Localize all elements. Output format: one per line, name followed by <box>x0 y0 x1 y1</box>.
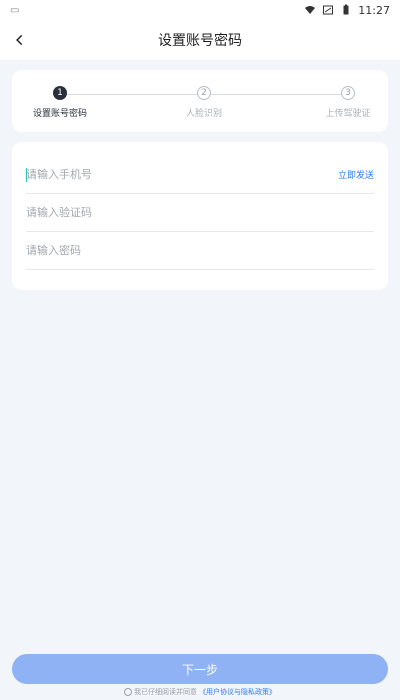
code-field-row <box>26 194 374 232</box>
step-3: 3 上传驾驶证 <box>308 86 388 119</box>
step-number: 3 <box>341 86 355 100</box>
registration-form: 立即发送 <box>12 142 388 290</box>
step-label: 设置账号密码 <box>32 109 87 119</box>
password-field-row <box>26 232 374 270</box>
password-input[interactable] <box>26 244 374 257</box>
wifi-icon <box>305 6 316 14</box>
app-header: 设置账号密码 <box>0 20 400 60</box>
signal-icon <box>323 5 334 15</box>
agreement-link[interactable]: 《用户协议与隐私政策》 <box>199 687 276 697</box>
agreement-text: 我已仔细阅读并同意 <box>134 688 197 696</box>
next-step-button[interactable]: 下一步 <box>12 654 388 684</box>
phone-field-row: 立即发送 <box>26 156 374 194</box>
step-label: 人脸识别 <box>185 109 222 119</box>
step-number: 2 <box>197 86 211 100</box>
steps-card: 1 设置账号密码 2 人脸识别 3 上传驾驶证 <box>12 70 388 132</box>
progress-steps: 1 设置账号密码 2 人脸识别 3 上传驾驶证 <box>33 86 371 126</box>
agree-checkbox[interactable] <box>124 688 132 696</box>
back-button[interactable] <box>8 28 32 52</box>
status-icons: 11:27 <box>304 4 390 17</box>
verification-code-input[interactable] <box>26 206 374 219</box>
notification-icon: ▭ <box>10 4 20 16</box>
agreement-row: 我已仔细阅读并同意 《用户协议与隐私政策》 <box>0 687 400 697</box>
text-cursor <box>26 168 27 182</box>
battery-icon <box>343 4 349 15</box>
step-1: 1 设置账号密码 <box>20 86 100 119</box>
send-code-button[interactable]: 立即发送 <box>338 168 374 181</box>
status-bar: ▭ 11:27 <box>0 0 400 20</box>
step-label: 上传驾驶证 <box>325 109 371 119</box>
chevron-left-icon <box>16 34 23 46</box>
step-2: 2 人脸识别 <box>164 86 244 119</box>
phone-input[interactable] <box>26 168 332 181</box>
page-title: 设置账号密码 <box>158 33 242 49</box>
status-time: 11:27 <box>358 3 390 17</box>
step-number: 1 <box>53 86 67 100</box>
